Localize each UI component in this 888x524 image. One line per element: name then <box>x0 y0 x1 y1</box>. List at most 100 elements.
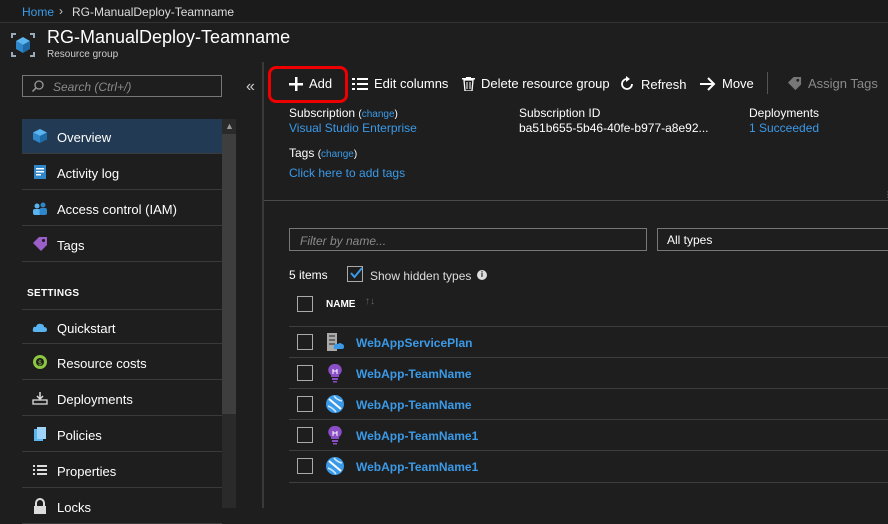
web-app-globe-icon <box>326 457 344 475</box>
sidebar-item-quickstart[interactable]: Quickstart <box>22 309 222 344</box>
table-row[interactable]: WebApp-TeamName1 <box>289 419 888 451</box>
web-app-globe-icon <box>326 395 344 413</box>
edit-columns-button[interactable]: Edit columns <box>352 76 448 91</box>
deployments-value-link[interactable]: 1 Succeeded <box>749 121 819 135</box>
sidebar-item-locks[interactable]: Locks <box>22 489 222 524</box>
sidebar-item-overview[interactable]: Overview <box>22 119 222 154</box>
tag-icon <box>787 76 802 91</box>
resource-name-link[interactable]: WebAppServicePlan <box>356 336 472 350</box>
iam-users-icon <box>33 202 47 215</box>
search-input[interactable] <box>51 78 220 96</box>
sidebar-item-properties[interactable]: Properties <box>22 453 222 488</box>
breadcrumb-home-link[interactable]: Home <box>22 5 54 19</box>
resource-name-link[interactable]: WebApp-TeamName1 <box>356 460 478 474</box>
resource-name-link[interactable]: WebApp-TeamName <box>356 398 472 412</box>
svg-text:$: $ <box>38 359 42 367</box>
app-service-plan-icon <box>327 333 344 351</box>
deployments-label: Deployments <box>749 106 820 120</box>
subscription-label-group: Subscription (change) <box>289 106 398 120</box>
toolbar-separator <box>767 72 768 94</box>
breadcrumb-separator: › <box>59 4 63 18</box>
subscription-change-link[interactable]: change <box>362 109 395 120</box>
page-title: RG-ManualDeploy-Teamname <box>47 27 291 47</box>
row-checkbox[interactable] <box>297 334 313 350</box>
deployments-icon <box>32 392 48 405</box>
subscription-value-link[interactable]: Visual Studio Enterprise <box>289 121 417 135</box>
sidebar-item-policies[interactable]: Policies <box>22 417 222 452</box>
resource-name-link[interactable]: WebApp-TeamName1 <box>356 429 478 443</box>
tag-icon <box>33 237 47 251</box>
app-insights-bulb-icon <box>328 363 342 383</box>
tags-label-group: Tags (change) <box>289 146 358 160</box>
overview-cube-icon <box>33 129 47 143</box>
policies-icon <box>34 427 46 441</box>
sidebar-item-label: Quickstart <box>57 321 116 336</box>
assign-tags-label: Assign Tags <box>808 76 878 91</box>
subscription-id-value: ba51b655-5b46-40fe-b977-a8e92... <box>519 121 709 135</box>
sidebar-item-activity-log[interactable]: Activity log <box>22 155 222 190</box>
arrow-right-icon <box>700 76 716 91</box>
sidebar-item-label: Access control (IAM) <box>57 202 177 217</box>
subscription-id-label: Subscription ID <box>519 106 601 120</box>
sidebar-scroll-thumb[interactable] <box>222 134 236 414</box>
edit-columns-label: Edit columns <box>374 76 449 91</box>
subscription-label: Subscription <box>289 106 356 120</box>
trash-icon <box>462 76 475 91</box>
type-filter-dropdown[interactable]: All types <box>657 228 888 251</box>
sidebar-item-access-control[interactable]: Access control (IAM) <box>22 191 222 226</box>
add-tags-link[interactable]: Click here to add tags <box>289 166 405 180</box>
properties-icon <box>33 465 47 475</box>
table-row[interactable]: WebApp-TeamName1 <box>289 450 888 483</box>
assign-tags-button[interactable]: Assign Tags <box>787 76 878 91</box>
tags-change-link[interactable]: change <box>321 149 354 160</box>
columns-icon <box>352 77 368 90</box>
refresh-label: Refresh <box>641 76 687 92</box>
plus-icon <box>289 76 303 91</box>
type-filter-value: All types <box>667 233 713 247</box>
refresh-button[interactable]: Refresh <box>619 76 687 92</box>
row-checkbox[interactable] <box>297 458 313 474</box>
items-count: 5 items <box>289 268 328 282</box>
info-icon[interactable]: i <box>477 270 487 280</box>
move-label: Move <box>722 76 754 91</box>
select-all-checkbox[interactable] <box>297 296 313 312</box>
table-row[interactable]: WebApp-TeamName <box>289 357 888 389</box>
tags-label: Tags <box>289 146 315 160</box>
table-row[interactable]: WebAppServicePlan <box>289 326 888 358</box>
sidebar-item-label: Resource costs <box>57 356 147 371</box>
sidebar-item-label: Tags <box>57 238 85 253</box>
name-column-header[interactable]: NAME <box>326 299 355 310</box>
page-subtitle: Resource group <box>47 49 119 60</box>
resource-name-link[interactable]: WebApp-TeamName <box>356 367 472 381</box>
sidebar-search[interactable] <box>22 75 222 97</box>
show-hidden-types-label: Show hidden types <box>370 269 472 283</box>
app-insights-bulb-icon <box>328 425 342 445</box>
row-checkbox[interactable] <box>297 396 313 412</box>
sidebar-item-label: Activity log <box>57 166 120 181</box>
show-hidden-types-checkbox[interactable] <box>347 266 363 282</box>
sidebar-item-resource-costs[interactable]: $ Resource costs <box>22 345 222 380</box>
sidebar-item-label: Properties <box>57 464 117 479</box>
sort-icon[interactable]: ↑↓ <box>365 296 375 307</box>
resource-costs-icon: $ <box>33 355 47 369</box>
add-button[interactable]: Add <box>289 76 332 91</box>
row-checkbox[interactable] <box>297 365 313 381</box>
refresh-icon <box>621 76 633 90</box>
cloud-quickstart-icon <box>32 323 47 332</box>
filter-by-name-input[interactable] <box>298 231 642 250</box>
lock-icon <box>34 498 46 514</box>
delete-resource-group-label: Delete resource group <box>481 76 610 91</box>
row-checkbox[interactable] <box>297 427 313 443</box>
scroll-up-arrow-icon[interactable]: ▲ <box>225 121 234 131</box>
activity-log-icon <box>34 165 46 179</box>
collapse-sidebar-button[interactable]: « <box>246 78 255 96</box>
sidebar-item-tags[interactable]: Tags <box>22 227 222 262</box>
sidebar-item-deployments[interactable]: Deployments <box>22 381 222 416</box>
resource-group-cube-icon <box>11 33 35 57</box>
filter-box[interactable] <box>289 228 647 251</box>
delete-resource-group-button[interactable]: Delete resource group <box>462 76 610 91</box>
checkmark-icon <box>350 267 363 279</box>
table-row[interactable]: WebApp-TeamName <box>289 388 888 420</box>
blade-divider <box>262 62 264 508</box>
move-button[interactable]: Move <box>700 76 754 91</box>
